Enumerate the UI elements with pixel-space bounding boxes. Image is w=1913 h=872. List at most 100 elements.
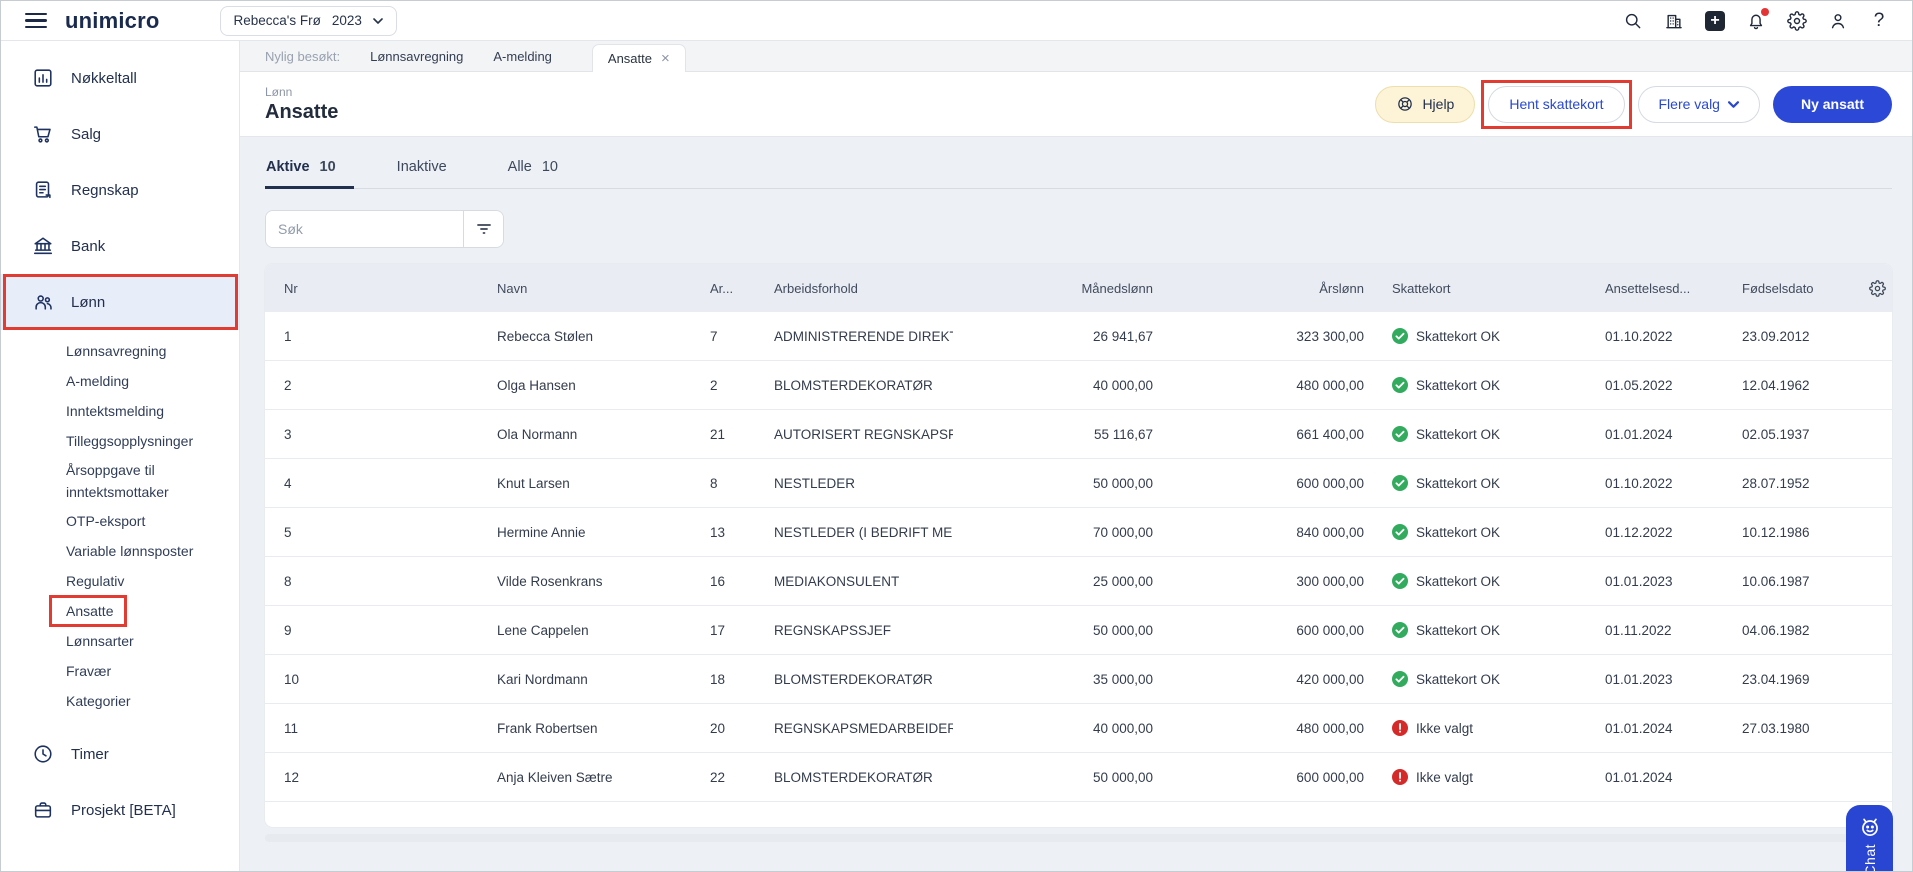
- cell-yearly-salary: 480 000,00: [1296, 377, 1364, 393]
- page-header: Lønn Ansatte Hjelp Hent skattekort Flere: [240, 72, 1912, 137]
- sidebar-subitem-label: Fravær: [66, 663, 112, 679]
- cell-hired-date: 01.01.2024: [1605, 426, 1673, 442]
- sidebar-item-prosjekt-beta[interactable]: Prosjekt [BETA]: [1, 782, 239, 838]
- active-tab-label: Ansatte: [607, 51, 652, 66]
- filter-button[interactable]: [463, 211, 503, 247]
- column-header-skattekort[interactable]: Skattekort: [1372, 281, 1597, 296]
- sidebar-item-timer[interactable]: Timer: [1, 726, 239, 782]
- help-icon[interactable]: ?: [1868, 10, 1890, 32]
- annotation-box-hent-skattekort: Hent skattekort: [1481, 79, 1632, 129]
- chat-robot-icon: [1861, 818, 1878, 836]
- column-header-årslønn[interactable]: Årslønn: [1161, 281, 1372, 296]
- company-selector[interactable]: Rebecca's Frø 2023: [219, 5, 397, 36]
- cell-monthly-salary: 70 000,00: [1092, 524, 1153, 540]
- sidebar-subitem-ansatte[interactable]: Ansatte: [1, 595, 239, 627]
- tab-count: 10: [541, 159, 558, 175]
- column-header-nr[interactable]: Nr: [265, 281, 489, 296]
- more-options-button[interactable]: Flere valg: [1637, 85, 1760, 123]
- cell-monthly-salary: 40 000,00: [1092, 377, 1153, 393]
- sidebar-subitem-a-melding[interactable]: A-melding: [1, 366, 239, 396]
- add-icon[interactable]: +: [1704, 10, 1726, 32]
- lifebuoy-icon: [1398, 97, 1413, 111]
- recent-tab-lønnsavregning[interactable]: Lønnsavregning: [370, 49, 463, 64]
- sidebar-subitem-fravær[interactable]: Fravær: [1, 656, 239, 686]
- sidebar-subitem-lønnsarter[interactable]: Lønnsarter: [1, 626, 239, 656]
- cell-tax-card-status: Ikke valgt: [1372, 720, 1597, 736]
- sidebar-subitem-otp-eksport[interactable]: OTP-eksport: [1, 506, 239, 536]
- column-header-arbeidsforhold[interactable]: Arbeidsforhold: [766, 281, 953, 296]
- table-row[interactable]: 1 Rebecca Stølen 7 ADMINISTRERENDE DIREKTØR…: [265, 312, 1892, 361]
- fetch-tax-card-button[interactable]: Hent skattekort: [1488, 85, 1625, 123]
- table-row[interactable]: 8 Vilde Rosenkrans 16 MEDIAKONSULENT 25 000,…: [265, 557, 1892, 606]
- sidebar-subitem-label: Inntektsmelding: [66, 403, 165, 419]
- table-row[interactable]: 10 Kari Nordmann 18 BLOMSTERDEKORATØR 35 000…: [265, 655, 1892, 704]
- cell-position: MEDIAKONSULENT: [774, 573, 900, 589]
- main-area: Nylig besøkt: Lønnsavregning A-melding An…: [240, 41, 1912, 871]
- chat-widget-tab[interactable]: Chat: [1846, 805, 1893, 872]
- table-row[interactable]: 5 Hermine Annie 13 NESTLEDER (I BEDRIFT MED…: [265, 508, 1892, 557]
- tax-ok-icon: [1392, 671, 1408, 687]
- recent-tab-a-melding[interactable]: A-melding: [493, 49, 552, 64]
- notifications-icon[interactable]: [1745, 7, 1769, 32]
- recent-label: Nylig besøkt:: [265, 48, 341, 64]
- sidebar-subitem-kategorier[interactable]: Kategorier: [1, 686, 239, 716]
- settings-icon[interactable]: [1786, 10, 1808, 32]
- account-icon[interactable]: [1827, 10, 1849, 32]
- cell-birth-date: 23.09.2012: [1742, 328, 1810, 344]
- table-row[interactable]: 4 Knut Larsen 8 NESTLEDER 50 000,00 600 000,0…: [265, 459, 1892, 508]
- tab-ansatte-active[interactable]: Ansatte ×: [591, 44, 686, 72]
- column-header-fødselsdato[interactable]: Fødselsdato: [1734, 281, 1861, 296]
- tab-inaktive[interactable]: Inaktive: [396, 151, 465, 188]
- column-header-navn[interactable]: Navn: [489, 281, 702, 296]
- sidebar-item-salg[interactable]: Salg: [1, 106, 239, 162]
- sidebar-subitem-label: Årsoppgave til inntektsmottaker: [66, 462, 169, 500]
- sidebar-subitem-tilleggsopplysninger[interactable]: Tilleggsopplysninger: [1, 426, 239, 456]
- sidebar-item-regnskap[interactable]: Regnskap: [1, 162, 239, 218]
- table-row[interactable]: 9 Lene Cappelen 17 REGNSKAPSSJEF 50 000,00 60…: [265, 606, 1892, 655]
- table-row[interactable]: 11 Frank Robertsen 20 REGNSKAPSMEDARBEIDER 4…: [265, 704, 1892, 753]
- tab-label: Aktive: [266, 159, 310, 175]
- column-header-ansettelsesd[interactable]: Ansettelsesd...: [1597, 281, 1734, 296]
- cell-hired-date: 01.01.2023: [1605, 573, 1673, 589]
- sidebar-subitem-label: A-melding: [66, 373, 130, 389]
- cell-tax-card-status: Skattekort OK: [1372, 426, 1597, 442]
- company-icon[interactable]: [1663, 10, 1685, 32]
- help-button[interactable]: Hjelp: [1375, 85, 1476, 123]
- tab-aktive[interactable]: Aktive 10: [265, 151, 354, 189]
- new-employee-button[interactable]: Ny ansatt: [1772, 85, 1892, 123]
- sidebar-subitem-årsoppgave-til-inntektsmottaker[interactable]: Årsoppgave til inntektsmottaker: [1, 456, 239, 506]
- close-icon[interactable]: ×: [661, 51, 670, 66]
- sidebar-subitem-regulativ[interactable]: Regulativ: [1, 566, 239, 596]
- chat-label: Chat: [1861, 844, 1878, 872]
- filter-icon: [476, 224, 491, 234]
- employees-table: Nr Navn Ar... Arbeidsforhold Månedslønn Årslø…: [265, 264, 1892, 827]
- cell-nr: 12: [284, 769, 300, 785]
- column-header-ar[interactable]: Ar...: [702, 281, 766, 296]
- table-row[interactable]: 3 Ola Normann 21 AUTORISERT REGNSKAPSFØRER 5…: [265, 410, 1892, 459]
- tax-status-label: Ikke valgt: [1416, 720, 1474, 736]
- horizontal-scrollbar[interactable]: [265, 834, 1894, 842]
- filter-tabs: Aktive 10 Inaktive Alle 10: [265, 151, 1892, 189]
- sidebar-subitem-label: Tilleggsopplysninger: [66, 433, 194, 449]
- sidebar-item-bank[interactable]: Bank: [1, 218, 239, 274]
- cell-name: Olga Hansen: [497, 377, 576, 393]
- table-settings-gear-icon[interactable]: [1869, 279, 1886, 297]
- cell-work-id: 2: [710, 377, 718, 393]
- tax-ok-icon: [1392, 377, 1408, 393]
- cell-tax-card-status: Skattekort OK: [1372, 377, 1597, 393]
- sidebar-subitem-inntektsmelding[interactable]: Inntektsmelding: [1, 396, 239, 426]
- search-icon[interactable]: [1622, 10, 1644, 32]
- cell-position: REGNSKAPSMEDARBEIDER: [774, 720, 953, 736]
- sidebar-subitem-variable-lønnsposter[interactable]: Variable lønnsposter: [1, 536, 239, 566]
- sidebar-item-lønn[interactable]: Lønn: [1, 274, 239, 330]
- cell-yearly-salary: 600 000,00: [1296, 769, 1364, 785]
- sidebar-subitem-lønnsavregning[interactable]: Lønnsavregning: [1, 336, 239, 366]
- hamburger-menu-icon[interactable]: [25, 10, 47, 32]
- cell-position: NESTLEDER (I BEDRIFT MED: [774, 524, 953, 540]
- tab-alle[interactable]: Alle 10: [507, 151, 576, 188]
- sidebar-item-nøkkeltall[interactable]: Nøkkeltall: [1, 50, 239, 106]
- column-header-månedslønn[interactable]: Månedslønn: [953, 281, 1161, 296]
- table-row[interactable]: 12 Anja Kleiven Sætre 22 BLOMSTERDEKORATØR 5…: [265, 753, 1892, 802]
- table-row[interactable]: 2 Olga Hansen 2 BLOMSTERDEKORATØR 40 000,00 4…: [265, 361, 1892, 410]
- search-input[interactable]: [266, 211, 463, 247]
